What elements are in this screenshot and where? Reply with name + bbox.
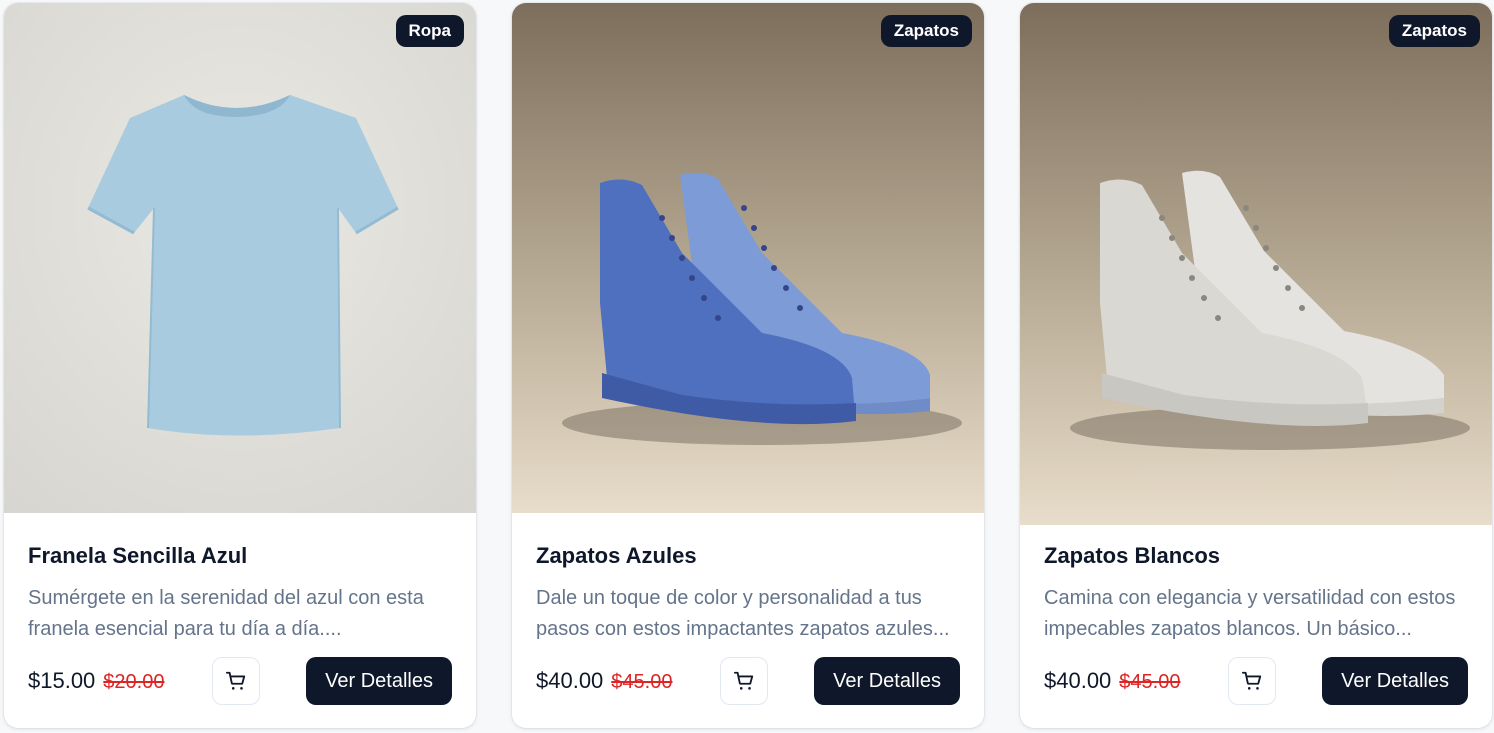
product-title: Zapatos Azules [536, 543, 697, 568]
shopping-cart-icon [734, 671, 754, 690]
product-description: Sumérgete en la serenidad del azul con e… [28, 587, 424, 640]
original-price: $20.00 [103, 671, 165, 693]
original-price: $45.00 [611, 671, 673, 693]
product-info: Franela Sencilla Azul Sumérgete en la se… [28, 543, 452, 645]
product-footer: $40.00 $45.00 Ver Detalles [1044, 657, 1468, 705]
product-info: Zapatos Blancos Camina con elegancia y v… [1044, 543, 1468, 645]
product-card: Zapatos Zapatos Azules Dale un toque de … [512, 3, 984, 728]
current-price: $40.00 [1044, 668, 1112, 693]
category-badge: Zapatos [1388, 15, 1480, 47]
view-details-button[interactable]: Ver Detalles [306, 657, 452, 705]
add-to-cart-button[interactable] [1228, 657, 1277, 705]
category-badge: Zapatos [880, 15, 972, 47]
product-card: Zapatos Zapatos Blancos Camina con elega… [1020, 3, 1492, 728]
tshirt-image [4, 3, 476, 513]
shopping-cart-icon [226, 671, 246, 690]
product-title: Franela Sencilla Azul [28, 543, 248, 568]
product-image[interactable]: Zapatos [1020, 3, 1492, 525]
current-price: $15.00 [28, 668, 96, 693]
view-details-button[interactable]: Ver Detalles [1322, 657, 1468, 705]
product-info: Zapatos Azules Dale un toque de color y … [536, 543, 960, 645]
view-details-button[interactable]: Ver Detalles [814, 657, 960, 705]
product-description: Dale un toque de color y personalidad a … [536, 587, 950, 640]
shopping-cart-icon [1242, 671, 1262, 690]
category-badge: Ropa [395, 15, 464, 47]
add-to-cart-button[interactable] [212, 657, 261, 705]
blue-sneakers-image [512, 3, 984, 513]
product-footer: $40.00 $45.00 Ver Detalles [536, 657, 960, 705]
product-grid: Ropa Franela Sencilla Azul Sumérgete en … [4, 3, 1492, 728]
price-group: $40.00 $45.00 [1044, 668, 1180, 694]
product-description: Camina con elegancia y versatilidad con … [1044, 587, 1456, 640]
product-title: Zapatos Blancos [1044, 543, 1221, 568]
product-footer: $15.00 $20.00 Ver Detalles [28, 657, 452, 705]
add-to-cart-button[interactable] [720, 657, 769, 705]
price-group: $15.00 $20.00 [28, 668, 164, 694]
price-group: $40.00 $45.00 [536, 668, 672, 694]
product-card: Ropa Franela Sencilla Azul Sumérgete en … [4, 3, 476, 728]
original-price: $45.00 [1119, 671, 1181, 693]
product-image[interactable]: Zapatos [512, 3, 984, 513]
current-price: $40.00 [536, 668, 604, 693]
product-image[interactable]: Ropa [4, 3, 476, 513]
white-sneakers-image [1020, 3, 1492, 525]
